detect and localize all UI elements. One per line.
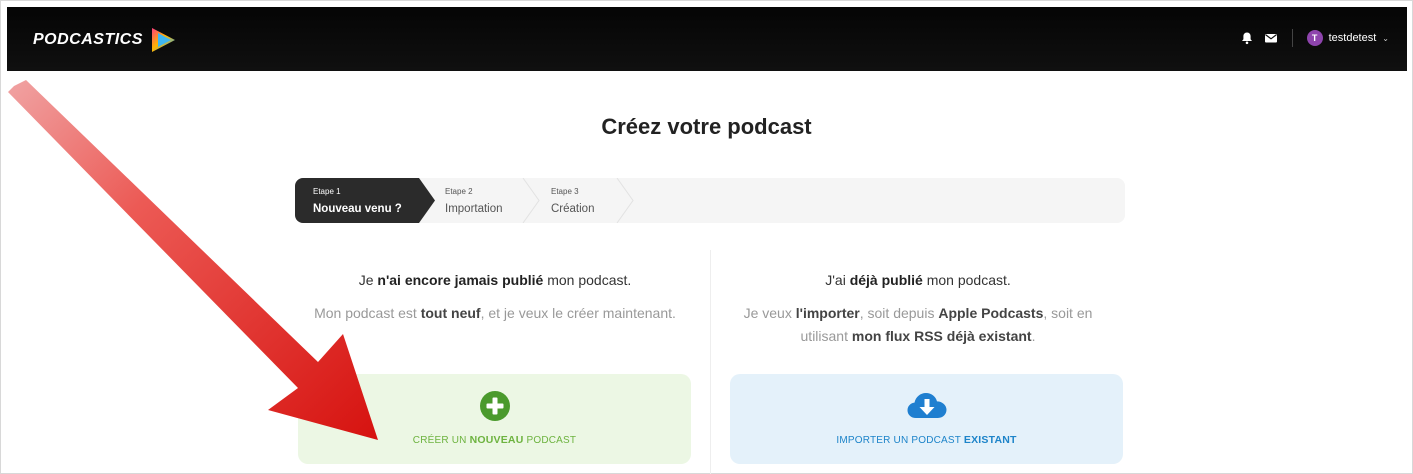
page-title: Créez votre podcast [601,114,812,139]
import-existing-podcast-button[interactable]: IMPORTER UN PODCAST EXISTANT [730,374,1123,464]
username: testdetest [1328,32,1377,44]
import-podcast-heading: J'ai déjà publié mon podcast. [825,272,1011,288]
step-separator-icon [616,178,634,223]
chevron-down-icon: ⌄ [1382,33,1389,43]
import-existing-podcast-label: IMPORTER UN PODCAST EXISTANT [836,434,1017,446]
new-podcast-description: Mon podcast est tout neuf, et je veux le… [314,305,676,321]
column-divider [710,250,711,474]
step-number: Etape 3 [551,187,579,196]
header-actions: T testdetest ⌄ [1240,29,1389,47]
avatar: T [1306,30,1323,46]
user-menu[interactable]: T testdetest ⌄ [1306,30,1389,46]
import-podcast-column: J'ai déjà publié mon podcast. Je veux l'… [718,272,1118,348]
header-separator [1291,29,1293,47]
new-podcast-heading: Je n'ai encore jamais publié mon podcast… [358,272,632,288]
step-number: Etape 2 [445,187,473,196]
plus-circle-icon [479,391,510,421]
bell-icon[interactable] [1240,31,1254,45]
podcastics-logo[interactable]: PODCASTICS [33,27,177,53]
screenshot-frame [0,0,1413,474]
step-number: Etape 1 [313,187,341,196]
step-label: Importation [445,203,503,215]
envelope-icon[interactable] [1264,31,1278,45]
cloud-download-icon [907,393,946,418]
step-1[interactable]: Etape 1 Nouveau venu ? [295,178,435,223]
step-3[interactable]: Etape 3 Création [533,178,657,223]
step-label: Nouveau venu ? [313,203,402,215]
stepper: Etape 1 Nouveau venu ? Etape 2 Importati… [295,178,1125,223]
top-navbar: PODCASTICS T testdetest ⌄ [7,7,1407,71]
create-new-podcast-label: CRÉER UN NOUVEAU PODCAST [412,434,577,446]
play-logo-icon [151,28,175,52]
step-label: Création [551,203,595,215]
import-podcast-description: Je veux l'importer, soit depuis Apple Po… [743,305,1093,344]
create-new-podcast-button[interactable]: CRÉER UN NOUVEAU PODCAST [298,374,691,464]
new-podcast-column: Je n'ai encore jamais publié mon podcast… [295,272,695,325]
logo-text: PODCASTICS [33,31,143,48]
